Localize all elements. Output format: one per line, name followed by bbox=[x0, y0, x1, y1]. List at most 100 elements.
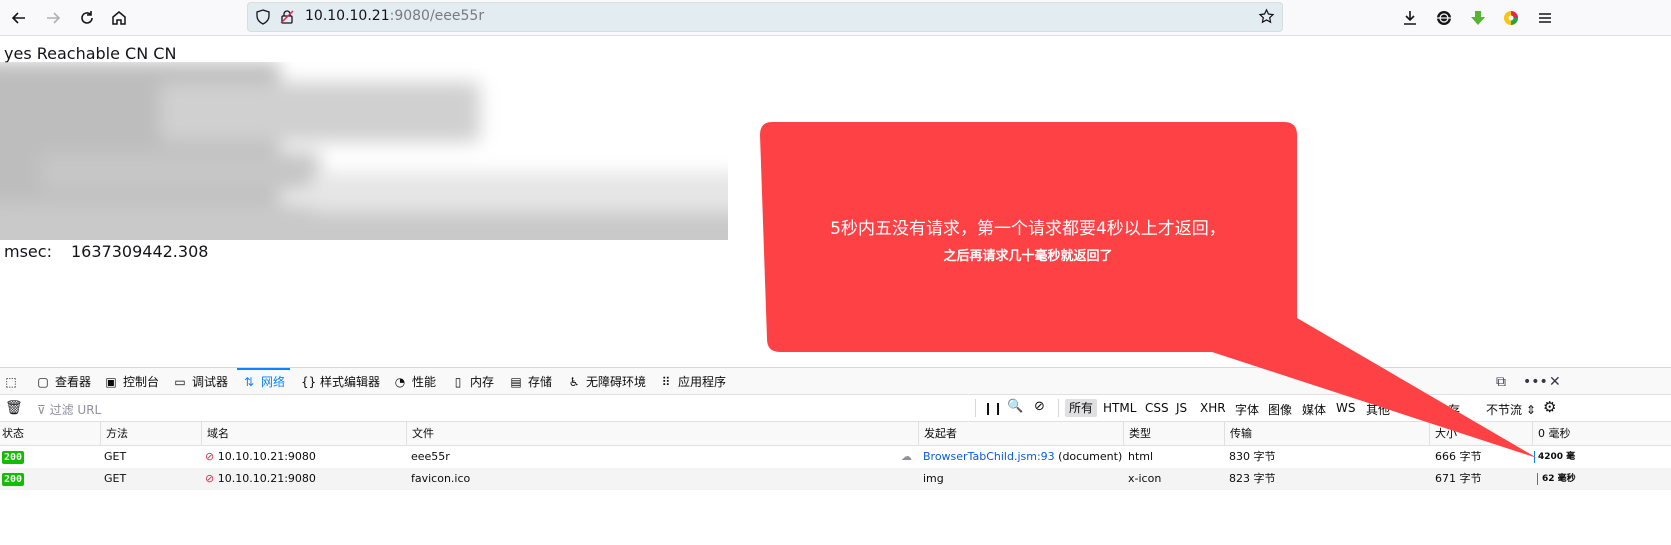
tab-label: 内存 bbox=[470, 375, 495, 389]
home-icon bbox=[112, 11, 126, 25]
forward-arrow-icon bbox=[47, 12, 61, 24]
menu-button[interactable] bbox=[1531, 4, 1559, 32]
status-badge: 200 bbox=[2, 473, 25, 486]
green-arrow-icon bbox=[1471, 11, 1485, 25]
extension-green-button[interactable] bbox=[1464, 4, 1492, 32]
filter-type-xhr[interactable]: XHR bbox=[1200, 401, 1226, 415]
url-bar[interactable]: 10.10.10.21:9080/eee55r bbox=[247, 2, 1283, 32]
tab-console[interactable]: ▣ 控制台 bbox=[104, 368, 159, 395]
downloads-button[interactable] bbox=[1396, 4, 1424, 32]
reload-icon bbox=[81, 11, 93, 24]
insecure-lock-icon[interactable] bbox=[279, 9, 295, 25]
waterfall-tick bbox=[1534, 451, 1535, 463]
back-button[interactable] bbox=[5, 4, 33, 32]
size-cell: 666 字节 bbox=[1435, 450, 1482, 463]
timing-cell: 62 毫秒 bbox=[1542, 474, 1576, 484]
pause-button[interactable]: ❙❙ bbox=[983, 401, 1003, 415]
search-button[interactable]: 🔍 bbox=[1007, 399, 1023, 414]
column-waterfall[interactable]: 0 毫秒 bbox=[1532, 422, 1671, 446]
picker-icon: ⬚ bbox=[5, 374, 17, 389]
column-method[interactable]: 方法 bbox=[100, 422, 201, 446]
browser-toolbar: 10.10.10.21:9080/eee55r bbox=[0, 0, 1671, 36]
tab-debugger[interactable]: ▭ 调试器 bbox=[173, 368, 228, 395]
url-text[interactable]: 10.10.10.21:9080/eee55r bbox=[305, 8, 484, 24]
back-arrow-icon bbox=[11, 12, 25, 24]
table-header: 状态 方法 域名 文件 发起者 类型 传输 大小 0 毫秒 bbox=[0, 422, 1671, 446]
filter-type-html[interactable]: HTML bbox=[1103, 401, 1136, 415]
divider bbox=[975, 399, 976, 417]
extension-color-button[interactable] bbox=[1497, 4, 1525, 32]
filter-type-ws[interactable]: WS bbox=[1336, 401, 1355, 415]
insecure-lock-icon: ⊘ bbox=[205, 450, 215, 463]
column-domain[interactable]: 域名 bbox=[201, 422, 406, 446]
tab-style-editor[interactable]: {} 样式编辑器 bbox=[301, 368, 380, 395]
tab-performance[interactable]: ◔ 性能 bbox=[393, 368, 436, 395]
domain-text: 10.10.10.21:9080 bbox=[217, 450, 316, 463]
more-options-button[interactable]: ••• bbox=[1523, 368, 1548, 395]
file-cell: favicon.ico bbox=[411, 472, 471, 485]
table-row[interactable]: 200 GET ⊘ 10.10.10.21:9080 favicon.ico i… bbox=[0, 468, 1671, 490]
block-button[interactable]: ⊘ bbox=[1034, 399, 1045, 414]
filter-type-media[interactable]: 媒体 bbox=[1302, 401, 1326, 418]
column-type[interactable]: 类型 bbox=[1123, 422, 1224, 446]
shield-icon[interactable] bbox=[255, 9, 271, 25]
gear-icon: ⚙ bbox=[1543, 398, 1557, 416]
msec-label: msec: bbox=[4, 242, 52, 261]
transferred-cell: 823 字节 bbox=[1229, 472, 1276, 485]
filter-type-css[interactable]: CSS bbox=[1145, 401, 1169, 415]
pause-icon: ❙❙ bbox=[983, 401, 1004, 415]
extension-globe-button[interactable] bbox=[1430, 4, 1458, 32]
dock-button[interactable]: ⧉ bbox=[1496, 368, 1506, 395]
table-row[interactable]: 200 GET ⊘ 10.10.10.21:9080 eee55r ☁ Brow… bbox=[0, 446, 1671, 468]
more-dots-icon: ••• bbox=[1523, 373, 1548, 390]
devtools-panel: ⬚ ▢ 查看器 ▣ 控制台 ▭ 调试器 ⇅ 网络 {} 样式编辑器 ◔ 性能 ▯ 内存 ▤ 存储… bbox=[0, 367, 1671, 545]
clear-log-button[interactable]: 🗑 bbox=[5, 400, 23, 416]
console-icon: ▣ bbox=[105, 374, 117, 389]
hamburger-menu-icon bbox=[1539, 13, 1551, 23]
msec-value: 1637309442.308 bbox=[71, 242, 209, 261]
timing-cell: 4200 毫 bbox=[1538, 452, 1576, 462]
column-status[interactable]: 状态 bbox=[0, 422, 100, 446]
redacted-blurred-content bbox=[0, 62, 728, 240]
element-picker-button[interactable]: ⬚ bbox=[4, 368, 18, 395]
filter-type-all[interactable]: 所有 bbox=[1065, 399, 1098, 417]
network-icon: ⇅ bbox=[243, 374, 255, 389]
filter-type-js[interactable]: JS bbox=[1176, 401, 1187, 415]
settings-button[interactable]: ⚙ bbox=[1543, 398, 1556, 416]
tab-label: 性能 bbox=[412, 375, 437, 389]
initiator-link[interactable]: BrowserTabChild.jsm:93 bbox=[923, 450, 1055, 463]
download-icon bbox=[1404, 11, 1416, 25]
tab-application[interactable]: ⠿ 应用程序 bbox=[659, 368, 726, 395]
url-host: 10.10.10.21 bbox=[305, 8, 390, 24]
tab-inspector[interactable]: ▢ 查看器 bbox=[36, 368, 91, 395]
tab-label: 查看器 bbox=[55, 375, 92, 389]
type-cell: x-icon bbox=[1128, 472, 1162, 485]
filter-type-other[interactable]: 其他 bbox=[1366, 401, 1390, 418]
filter-type-fonts[interactable]: 字体 bbox=[1235, 401, 1259, 418]
column-initiator[interactable]: 发起者 bbox=[918, 422, 1123, 446]
home-button[interactable] bbox=[105, 4, 133, 32]
tab-storage[interactable]: ▤ 存储 bbox=[509, 368, 552, 395]
disable-cache-label[interactable]: 存 bbox=[1448, 401, 1460, 418]
tab-memory[interactable]: ▯ 内存 bbox=[451, 368, 494, 395]
initiator-cause: (document) bbox=[1054, 450, 1123, 463]
filter-url-input[interactable]: ⊽ 过滤 URL bbox=[37, 401, 101, 418]
close-devtools-button[interactable]: ✕ bbox=[1549, 368, 1561, 395]
bookmark-star-icon[interactable] bbox=[1258, 8, 1275, 25]
throttle-select[interactable]: 不节流 ⇕ bbox=[1486, 401, 1536, 418]
tab-label: 存储 bbox=[528, 375, 553, 389]
up-down-icon: ⇕ bbox=[1525, 403, 1536, 417]
column-size[interactable]: 大小 bbox=[1429, 422, 1532, 446]
filter-type-images[interactable]: 图像 bbox=[1268, 401, 1292, 418]
tab-accessibility[interactable]: ♿ 无障碍环境 bbox=[567, 368, 646, 395]
waterfall-tick bbox=[1537, 473, 1538, 485]
column-transferred[interactable]: 传输 bbox=[1224, 422, 1429, 446]
tab-network[interactable]: ⇅ 网络 bbox=[237, 368, 290, 395]
tracker-icon: ☁ bbox=[901, 450, 912, 463]
forward-button[interactable] bbox=[39, 4, 67, 32]
file-cell: eee55r bbox=[411, 450, 450, 463]
tab-label: 样式编辑器 bbox=[320, 375, 381, 389]
column-file[interactable]: 文件 bbox=[406, 422, 918, 446]
dock-icon: ⧉ bbox=[1496, 373, 1506, 390]
reload-button[interactable] bbox=[73, 4, 101, 32]
